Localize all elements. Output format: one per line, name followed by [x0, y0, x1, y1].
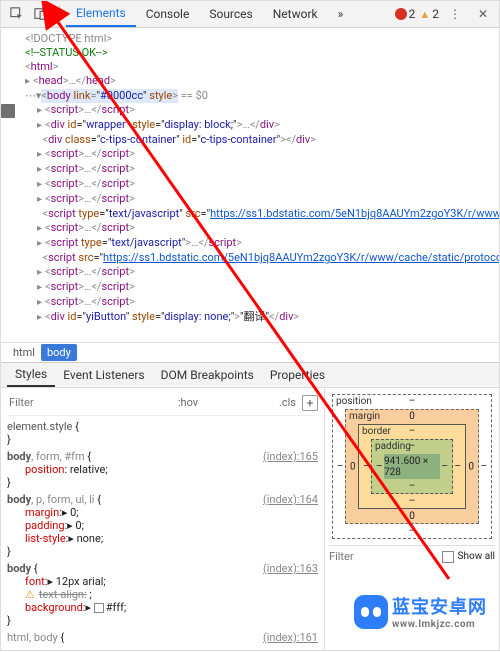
- separator: [59, 5, 60, 23]
- close-icon[interactable]: ✕: [473, 4, 493, 24]
- error-badge[interactable]: 2: [395, 7, 416, 21]
- rule-body-2[interactable]: (index):164 body, p, form, ul, li { marg…: [7, 493, 318, 558]
- styles-pane-tabs: Styles Event Listeners DOM Breakpoints P…: [1, 362, 499, 388]
- source-link[interactable]: (index):161: [263, 631, 318, 644]
- script-url2[interactable]: <script src="https://ss1.bdstatic.com/5e…: [13, 251, 499, 265]
- script-line[interactable]: <script>…</script>: [13, 162, 499, 177]
- kebab-menu-icon[interactable]: ⋮: [445, 4, 465, 24]
- body-line[interactable]: ▾<body link="#0000cc" style> == $0: [13, 89, 499, 103]
- styles-pane[interactable]: :hov .cls + element.style { } (index):16…: [1, 388, 325, 651]
- logo-icon: [354, 595, 388, 629]
- showall-checkbox[interactable]: [442, 551, 454, 563]
- styles-filter-input[interactable]: [7, 394, 97, 411]
- source-link[interactable]: (index):164: [263, 493, 318, 506]
- cls-toggle[interactable]: .cls: [279, 396, 296, 409]
- script-line[interactable]: <script>…</script>: [13, 177, 499, 192]
- crumb-body[interactable]: body: [41, 344, 77, 361]
- hov-toggle[interactable]: :hov: [178, 396, 198, 409]
- script-url1[interactable]: <script type="text/javascript" src="http…: [13, 207, 499, 221]
- pane-tab-styles[interactable]: Styles: [7, 363, 55, 387]
- color-swatch-icon[interactable]: [94, 603, 104, 613]
- tab-elements[interactable]: Elements: [66, 1, 136, 27]
- devtools-toolbar: Elements Console Sources Network » 2 2 ⋮…: [1, 1, 499, 28]
- rule-body-1[interactable]: (index):165 body, form, #fm { position: …: [7, 450, 318, 489]
- rule-body-3[interactable]: (index):163 body { font:▸ 12px arial; te…: [7, 562, 318, 627]
- watermark-logo: 蓝宝安卓网 www.lmkjzc.com: [354, 593, 487, 630]
- source-link[interactable]: (index):163: [263, 562, 318, 575]
- device-toggle-icon[interactable]: [31, 4, 51, 24]
- script-line[interactable]: <script>…</script>: [13, 295, 499, 310]
- wrapper-div[interactable]: <div id="wrapper" style="display: block;…: [13, 118, 499, 133]
- rule-element-style[interactable]: element.style { }: [7, 420, 318, 446]
- script-line[interactable]: <script>…</script>: [13, 280, 499, 295]
- tab-sources[interactable]: Sources: [199, 1, 262, 27]
- new-rule-button[interactable]: +: [302, 395, 318, 411]
- inspect-icon[interactable]: [7, 4, 27, 24]
- logo-text-url: www.lmkjzc.com: [392, 619, 487, 630]
- pane-tab-props[interactable]: Properties: [262, 364, 333, 386]
- box-model[interactable]: position –– –– margin 00 00 border –– ––…: [332, 394, 492, 539]
- doctype-line: <!DOCTYPE html>: [13, 32, 499, 46]
- yi-button-div[interactable]: <div id="yiButton" style="display: none;…: [13, 310, 499, 325]
- script-line[interactable]: <script>…</script>: [13, 103, 499, 118]
- script-line[interactable]: <script>…</script>: [13, 192, 499, 207]
- warning-badge[interactable]: 2: [419, 7, 439, 21]
- breadcrumb: html body: [1, 342, 499, 362]
- script-line[interactable]: <script>…</script>: [13, 221, 499, 236]
- comment-line: <!--STATUS OK-->: [13, 46, 499, 60]
- styles-filter-row: :hov .cls +: [7, 392, 318, 416]
- bm-content: 941.600 × 728: [384, 454, 440, 479]
- showall-label: Show all: [458, 551, 495, 562]
- pane-tab-dombp[interactable]: DOM Breakpoints: [153, 364, 262, 386]
- rule-html-body[interactable]: (index):161 html, body {: [7, 631, 318, 644]
- head-line[interactable]: <head>…</head>: [13, 74, 499, 89]
- pane-tab-listeners[interactable]: Event Listeners: [55, 364, 152, 386]
- computed-filter-row: Show all: [329, 545, 495, 563]
- gutter-indicator: [1, 104, 15, 118]
- tab-console[interactable]: Console: [136, 1, 200, 27]
- script-type-line[interactable]: <script type="text/javascript">…</script…: [13, 236, 499, 251]
- html-open[interactable]: <html>: [13, 60, 499, 74]
- script-line[interactable]: <script>…</script>: [13, 147, 499, 162]
- crumb-html[interactable]: html: [7, 344, 41, 361]
- computed-filter-input[interactable]: [329, 550, 409, 563]
- script-line[interactable]: <script>…</script>: [13, 265, 499, 280]
- source-link[interactable]: (index):165: [263, 450, 318, 463]
- tab-more[interactable]: »: [328, 1, 354, 27]
- logo-text-cn: 蓝宝安卓网: [392, 597, 487, 618]
- tips-div[interactable]: <div class="c-tips-container" id="c-tips…: [13, 133, 499, 147]
- elements-tree[interactable]: <!DOCTYPE html> <!--STATUS OK--> <html> …: [1, 28, 499, 342]
- tab-network[interactable]: Network: [263, 1, 328, 27]
- panel-tabs: Elements Console Sources Network »: [66, 1, 353, 27]
